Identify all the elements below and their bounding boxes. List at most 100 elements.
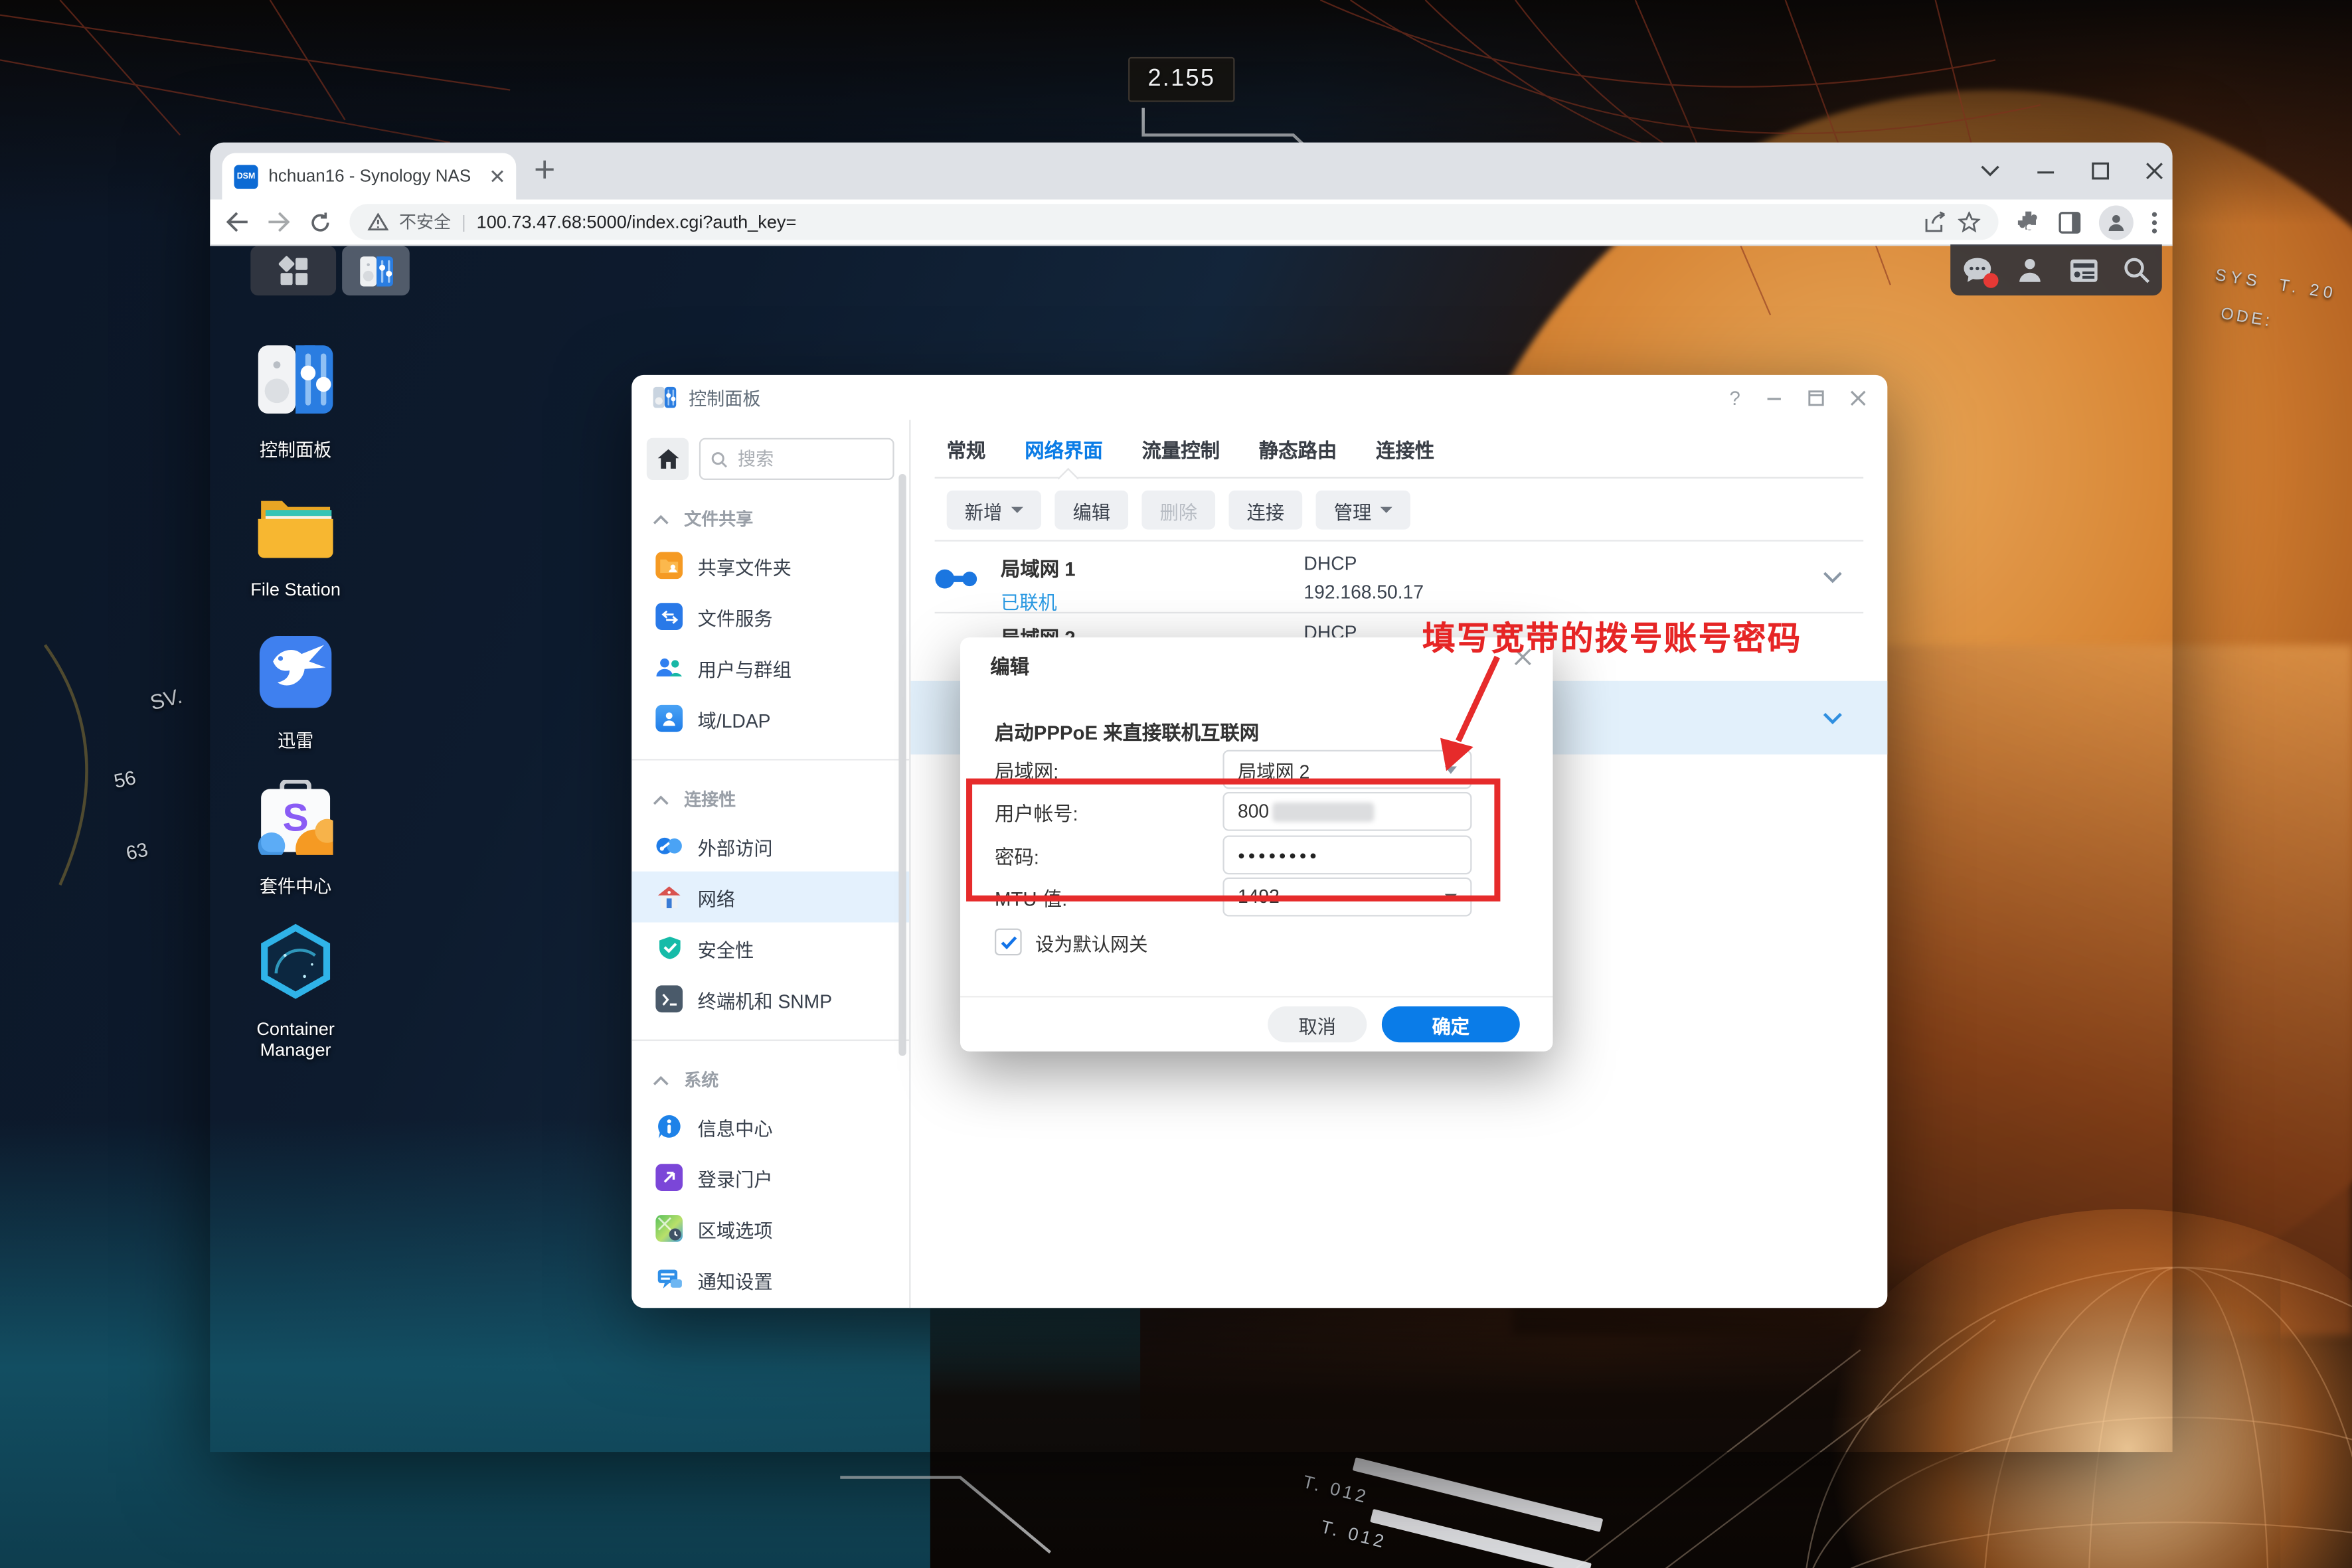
user-account-icon[interactable] xyxy=(2017,256,2044,283)
sidebar-scrollbar[interactable] xyxy=(898,473,906,1056)
edit-button[interactable]: 编辑 xyxy=(1054,490,1129,530)
control-panel-title-icon xyxy=(653,386,677,408)
tab-connectivity[interactable]: 连接性 xyxy=(1376,435,1434,463)
dialog-title: 编辑 xyxy=(990,655,1029,678)
share-icon[interactable] xyxy=(1925,211,1948,233)
help-button[interactable]: ? xyxy=(1730,386,1740,409)
tab-network-interface[interactable]: 网络界面 xyxy=(1025,435,1103,463)
sidebar-search[interactable] xyxy=(699,437,894,481)
tab-title: hchuan16 - Synology NAS xyxy=(268,167,471,186)
tab-traffic-control[interactable]: 流量控制 xyxy=(1141,435,1220,463)
tab-static-route[interactable]: 静态路由 xyxy=(1259,435,1337,463)
file-station-icon xyxy=(258,501,333,558)
widgets-icon[interactable] xyxy=(2068,257,2098,282)
desktop-icon-package-center[interactable]: S 套件中心 xyxy=(222,779,369,898)
sidebar-item-user-group[interactable]: 用户与群组 xyxy=(631,642,909,693)
sidebar-item-hardware-power[interactable]: 硬件和电源 xyxy=(631,1305,909,1308)
user-group-icon xyxy=(655,654,683,681)
cancel-button[interactable]: 取消 xyxy=(1268,1006,1367,1043)
manage-button[interactable]: 管理 xyxy=(1315,490,1411,530)
hud-meter-box: 2.155 xyxy=(1128,56,1235,102)
row-expand-chevron-icon[interactable] xyxy=(1823,572,1842,584)
search-input[interactable] xyxy=(734,447,882,471)
username-input[interactable]: 800 xyxy=(1222,791,1472,831)
interface-mode: DHCP xyxy=(1303,553,1357,575)
tab-general[interactable]: 常规 xyxy=(947,435,986,463)
browser-toolbar: 不安全 | 100.73.47.68:5000/index.cgi?auth_k… xyxy=(210,199,2173,246)
interface-row-lan1[interactable]: 局域网 1 已联机 DHCP 192.168.50.17 xyxy=(910,544,1887,615)
address-bar[interactable]: 不安全 | 100.73.47.68:5000/index.cgi?auth_k… xyxy=(349,204,1999,240)
home-icon xyxy=(657,449,679,469)
screen: 2.155 SYS T. 20 ODE: SV. 56 63 T. 012 T.… xyxy=(0,0,2352,1568)
control-panel-sidebar: 文件共享 共享文件夹 文件服务 xyxy=(631,420,911,1308)
dropdown-caret-icon xyxy=(1011,507,1023,513)
url-text[interactable]: 100.73.47.68:5000/index.cgi?auth_key= xyxy=(477,212,1914,233)
desktop-icon-label: 迅雷 xyxy=(277,730,314,751)
sidebar-item-file-services[interactable]: 文件服务 xyxy=(631,591,909,642)
interface-status[interactable]: 已联机 xyxy=(1001,586,1076,615)
back-icon[interactable] xyxy=(225,212,249,233)
app-launcher-button[interactable] xyxy=(250,246,337,296)
desktop-icon-file-station[interactable]: File Station xyxy=(222,486,369,600)
file-services-icon xyxy=(655,603,683,630)
home-button[interactable] xyxy=(646,437,689,481)
dropdown-caret-icon xyxy=(1380,507,1392,513)
system-tray xyxy=(1950,244,2162,296)
browser-profile-avatar[interactable] xyxy=(2098,204,2134,240)
row-expand-chevron-icon[interactable] xyxy=(1823,712,1842,725)
tab-close-icon[interactable] xyxy=(491,169,504,183)
cp-close-button[interactable] xyxy=(1850,389,1867,406)
browser-menu-kebab-icon[interactable] xyxy=(2151,210,2157,233)
sidebar-item-notification-settings[interactable]: 通知设置 xyxy=(631,1254,909,1305)
control-panel-titlebar: 控制面板 ? xyxy=(631,375,1887,420)
domain-ldap-icon xyxy=(655,704,683,732)
sidebar-item-regional-options[interactable]: 区域选项 xyxy=(631,1203,909,1254)
ok-button[interactable]: 确定 xyxy=(1381,1006,1520,1043)
mtu-select[interactable]: 1492 xyxy=(1222,877,1472,917)
window-minimize-button[interactable] xyxy=(2036,161,2055,181)
sidebar-section-connectivity[interactable]: 连接性 xyxy=(653,785,891,815)
desktop-icon-thunder[interactable]: 迅雷 xyxy=(222,635,369,753)
annotation-text: 填写宽带的拨号账号密码 xyxy=(1422,619,1802,657)
extensions-puzzle-icon[interactable] xyxy=(2017,210,2041,234)
sidebar-item-login-portal[interactable]: 登录门户 xyxy=(631,1152,909,1203)
bookmark-star-icon[interactable] xyxy=(1958,211,1981,233)
sidebar-item-network[interactable]: 网络 xyxy=(631,871,910,923)
desktop-icon-control-panel[interactable]: 控制面板 xyxy=(222,341,369,462)
create-button[interactable]: 新增 xyxy=(946,490,1042,530)
sidebar-item-terminal-snmp[interactable]: 终端机和 SNMP xyxy=(631,973,909,1024)
desktop-icon-container-manager[interactable]: Container Manager xyxy=(222,923,369,1061)
panel-tabs: 常规 网络界面 流量控制 静态路由 连接性 xyxy=(947,435,1434,463)
username-label: 用户帐号: xyxy=(994,801,1078,824)
connect-button[interactable]: 连接 xyxy=(1228,490,1303,530)
sidebar-item-external-access[interactable]: 外部访问 xyxy=(631,821,909,872)
login-portal-icon xyxy=(655,1164,683,1191)
sidebar-section-system[interactable]: 系统 xyxy=(653,1065,891,1095)
cp-maximize-button[interactable] xyxy=(1808,389,1825,406)
search-icon[interactable] xyxy=(2123,256,2150,283)
password-input[interactable]: ●●●●●●●● xyxy=(1222,835,1472,875)
tab-search-chevron-icon[interactable] xyxy=(1980,165,1999,177)
security-label[interactable]: 不安全 xyxy=(399,210,451,234)
taskbar-control-panel-button[interactable] xyxy=(342,246,410,296)
window-close-button[interactable] xyxy=(2145,162,2163,180)
default-gateway-checkbox[interactable] xyxy=(994,928,1022,956)
lan-select[interactable]: 局域网 2 xyxy=(1222,749,1472,789)
notifications-chat-icon[interactable] xyxy=(1963,256,1999,288)
sidebar-item-security[interactable]: 安全性 xyxy=(631,923,909,974)
browser-tab[interactable]: DSM hchuan16 - Synology NAS xyxy=(222,153,517,200)
desktop-icon-label: Container Manager xyxy=(256,1018,335,1061)
collapse-chevron-icon xyxy=(653,1075,669,1085)
side-panel-icon[interactable] xyxy=(2058,210,2081,233)
sidebar-item-shared-folder[interactable]: 共享文件夹 xyxy=(631,540,909,591)
sidebar-item-domain-ldap[interactable]: 域/LDAP xyxy=(631,693,909,744)
forward-icon[interactable] xyxy=(267,212,291,233)
info-center-icon xyxy=(655,1113,683,1140)
cp-minimize-button[interactable] xyxy=(1766,389,1782,406)
window-maximize-button[interactable] xyxy=(2092,162,2110,180)
security-shield-icon xyxy=(655,935,683,962)
sidebar-item-info-center[interactable]: 信息中心 xyxy=(631,1101,909,1152)
sidebar-section-file-sharing[interactable]: 文件共享 xyxy=(653,504,891,534)
new-tab-button[interactable] xyxy=(534,159,555,180)
reload-icon[interactable] xyxy=(309,210,331,233)
